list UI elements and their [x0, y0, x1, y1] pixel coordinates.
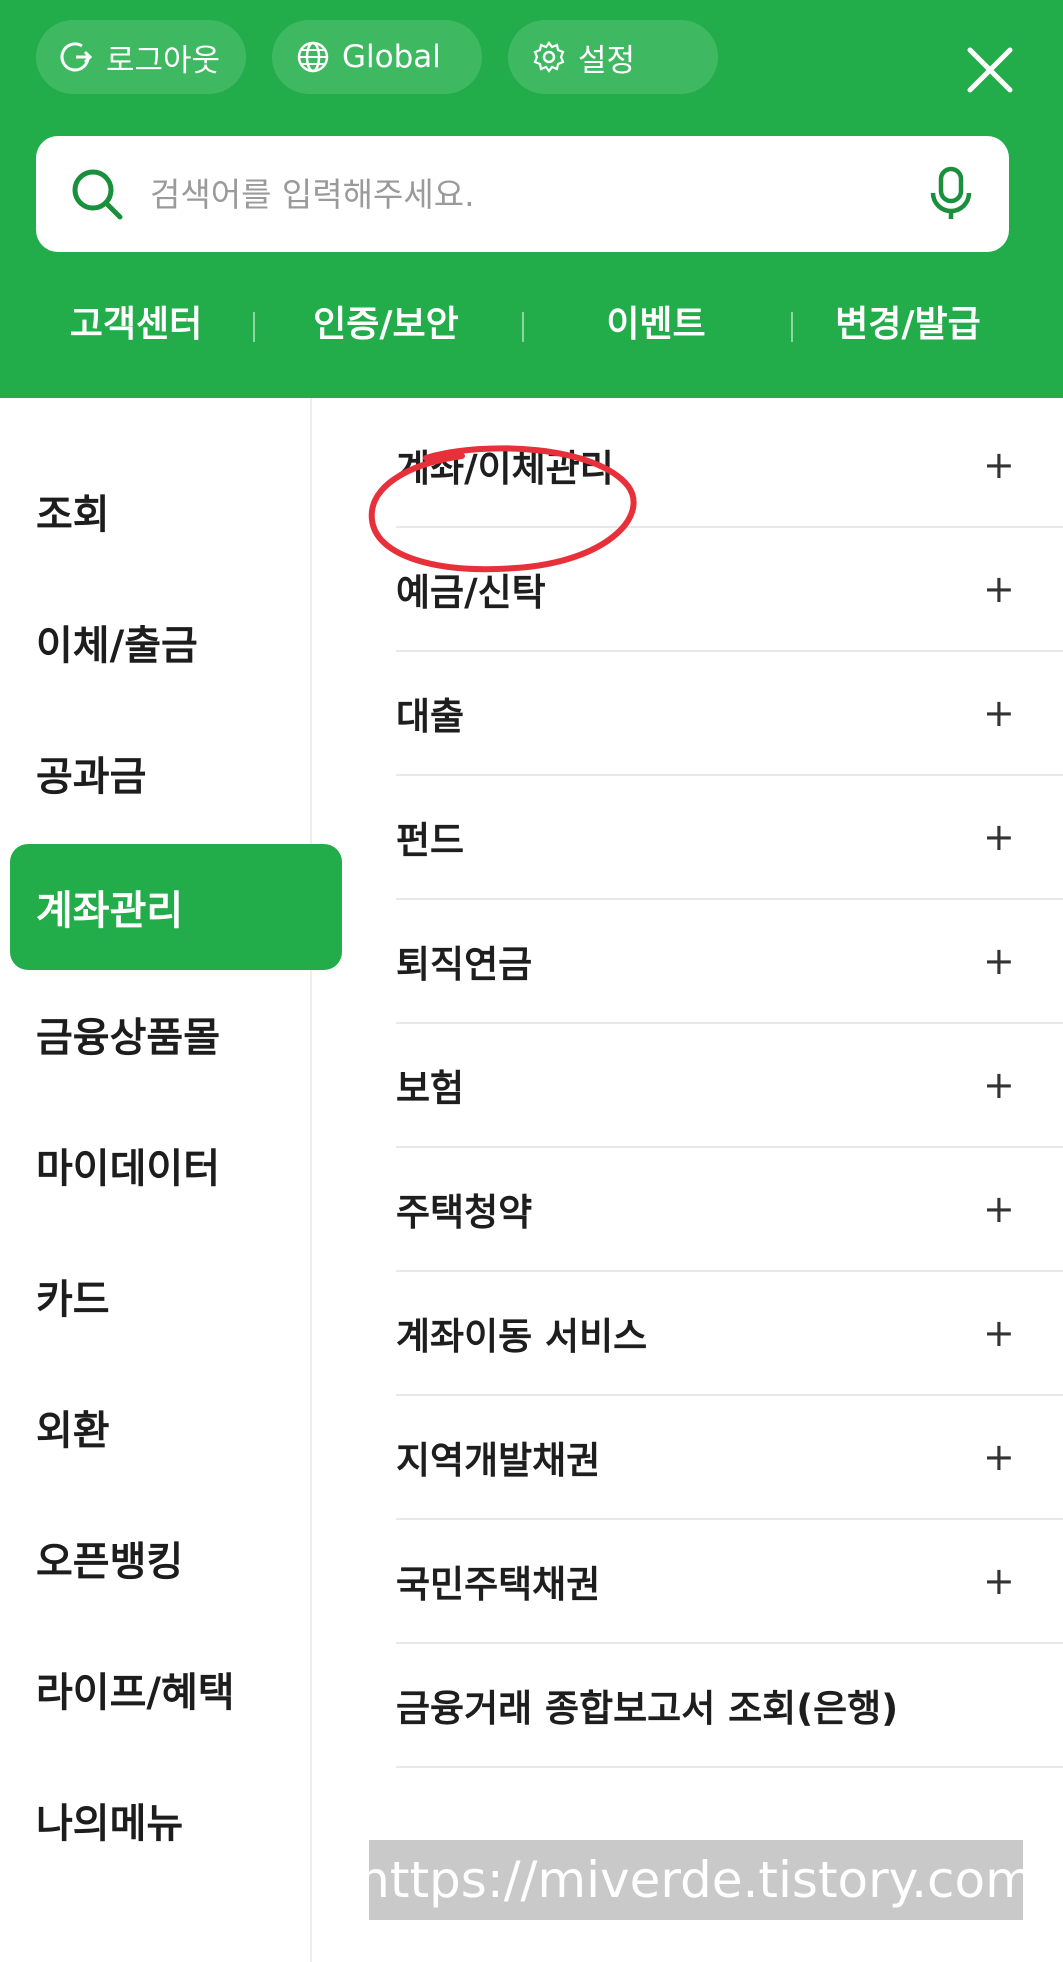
sidebar-item-card[interactable]: 카드	[10, 1233, 342, 1359]
sidebar-item-life-benefits[interactable]: 라이프/혜택	[10, 1626, 342, 1752]
quick-link-separator	[791, 312, 793, 342]
list-item[interactable]: 계좌이동 서비스 +	[396, 1272, 1063, 1396]
list-item-label: 보험	[396, 1067, 465, 1110]
quick-link-change-issue[interactable]: 변경/발급	[808, 290, 1008, 360]
submenu-list: 계좌/이체관리 + 예금/신탁 + 대출 + 펀드 + 퇴직연금 + 보험 + 주택청약 + 계좌이동 서비…	[312, 398, 1063, 1962]
expand-plus-icon[interactable]: +	[983, 1187, 1015, 1231]
sidebar-item-foreign-exchange[interactable]: 외환	[10, 1364, 342, 1490]
quick-link-customer-center[interactable]: 고객센터	[36, 290, 236, 360]
list-item[interactable]: 대출 +	[396, 652, 1063, 776]
list-item[interactable]: 계좌/이체관리 +	[396, 404, 1063, 528]
microphone-icon[interactable]	[927, 165, 975, 223]
list-item[interactable]: 보험 +	[396, 1024, 1063, 1148]
search-icon[interactable]	[68, 165, 126, 223]
expand-plus-icon[interactable]: +	[983, 815, 1015, 859]
globe-icon	[296, 40, 330, 74]
search-box	[36, 136, 1009, 252]
watermark-url: https://miverde.tistory.com	[358, 1840, 1034, 1920]
logout-button[interactable]: 로그아웃	[36, 20, 246, 94]
list-item-label: 주택청약	[396, 1191, 533, 1234]
gear-icon	[532, 40, 566, 74]
settings-button[interactable]: 설정	[508, 20, 718, 94]
sidebar-item-account-management[interactable]: 계좌관리	[10, 844, 342, 970]
sidebar-item-inquiry[interactable]: 조회	[10, 448, 342, 574]
expand-plus-icon[interactable]: +	[983, 691, 1015, 735]
list-item[interactable]: 예금/신탁 +	[396, 528, 1063, 652]
global-label: Global	[342, 39, 441, 75]
list-item-label: 퇴직연금	[396, 943, 533, 986]
list-item-label: 예금/신탁	[396, 571, 546, 614]
logout-label: 로그아웃	[106, 42, 221, 79]
sidebar-item-financial-products[interactable]: 금융상품몰	[10, 971, 342, 1097]
list-item[interactable]: 주택청약 +	[396, 1148, 1063, 1272]
list-item-label: 계좌/이체관리	[396, 447, 614, 490]
quick-link-events[interactable]: 이벤트	[556, 290, 756, 360]
expand-plus-icon[interactable]: +	[983, 1311, 1015, 1355]
list-item-label: 국민주택채권	[396, 1563, 601, 1606]
list-item-label: 계좌이동 서비스	[396, 1315, 648, 1358]
list-item[interactable]: 지역개발채권 +	[396, 1396, 1063, 1520]
logout-icon	[60, 40, 94, 74]
expand-plus-icon[interactable]: +	[983, 443, 1015, 487]
sidebar-item-transfer[interactable]: 이체/출금	[10, 579, 342, 705]
quick-link-separator	[522, 312, 524, 342]
expand-plus-icon[interactable]: +	[983, 567, 1015, 611]
list-item[interactable]: 금융거래 종합보고서 조회(은행)	[396, 1644, 1063, 1768]
quick-link-separator	[253, 312, 255, 342]
list-item-label: 지역개발채권	[396, 1439, 601, 1482]
sidebar-item-utility-bills[interactable]: 공과금	[10, 710, 342, 836]
list-item[interactable]: 펀드 +	[396, 776, 1063, 900]
expand-plus-icon[interactable]: +	[983, 939, 1015, 983]
header-bar: 로그아웃 Global 설정 고객센터 인증/보안 이벤트 변경/발급	[0, 0, 1063, 398]
sidebar-item-my-menu[interactable]: 나의메뉴	[10, 1757, 342, 1883]
quick-links: 고객센터 인증/보안 이벤트 변경/발급	[0, 290, 1063, 360]
expand-plus-icon[interactable]: +	[983, 1435, 1015, 1479]
expand-plus-icon[interactable]: +	[983, 1063, 1015, 1107]
category-sidebar: 조회 이체/출금 공과금 계좌관리 금융상품몰 마이데이터 카드 외환 오픈뱅킹…	[0, 398, 342, 1962]
sidebar-item-open-banking[interactable]: 오픈뱅킹	[10, 1495, 342, 1621]
list-item-label: 금융거래 종합보고서 조회(은행)	[396, 1687, 899, 1730]
expand-plus-icon[interactable]: +	[983, 1559, 1015, 1603]
quick-link-auth-security[interactable]: 인증/보안	[286, 290, 486, 360]
close-icon[interactable]	[960, 40, 1020, 100]
list-item-label: 대출	[396, 695, 465, 738]
list-item[interactable]: 국민주택채권 +	[396, 1520, 1063, 1644]
search-input[interactable]	[148, 173, 927, 215]
settings-label: 설정	[578, 42, 636, 79]
list-item[interactable]: 퇴직연금 +	[396, 900, 1063, 1024]
global-button[interactable]: Global	[272, 20, 482, 94]
list-item-label: 펀드	[396, 819, 465, 862]
sidebar-item-mydata[interactable]: 마이데이터	[10, 1102, 342, 1228]
